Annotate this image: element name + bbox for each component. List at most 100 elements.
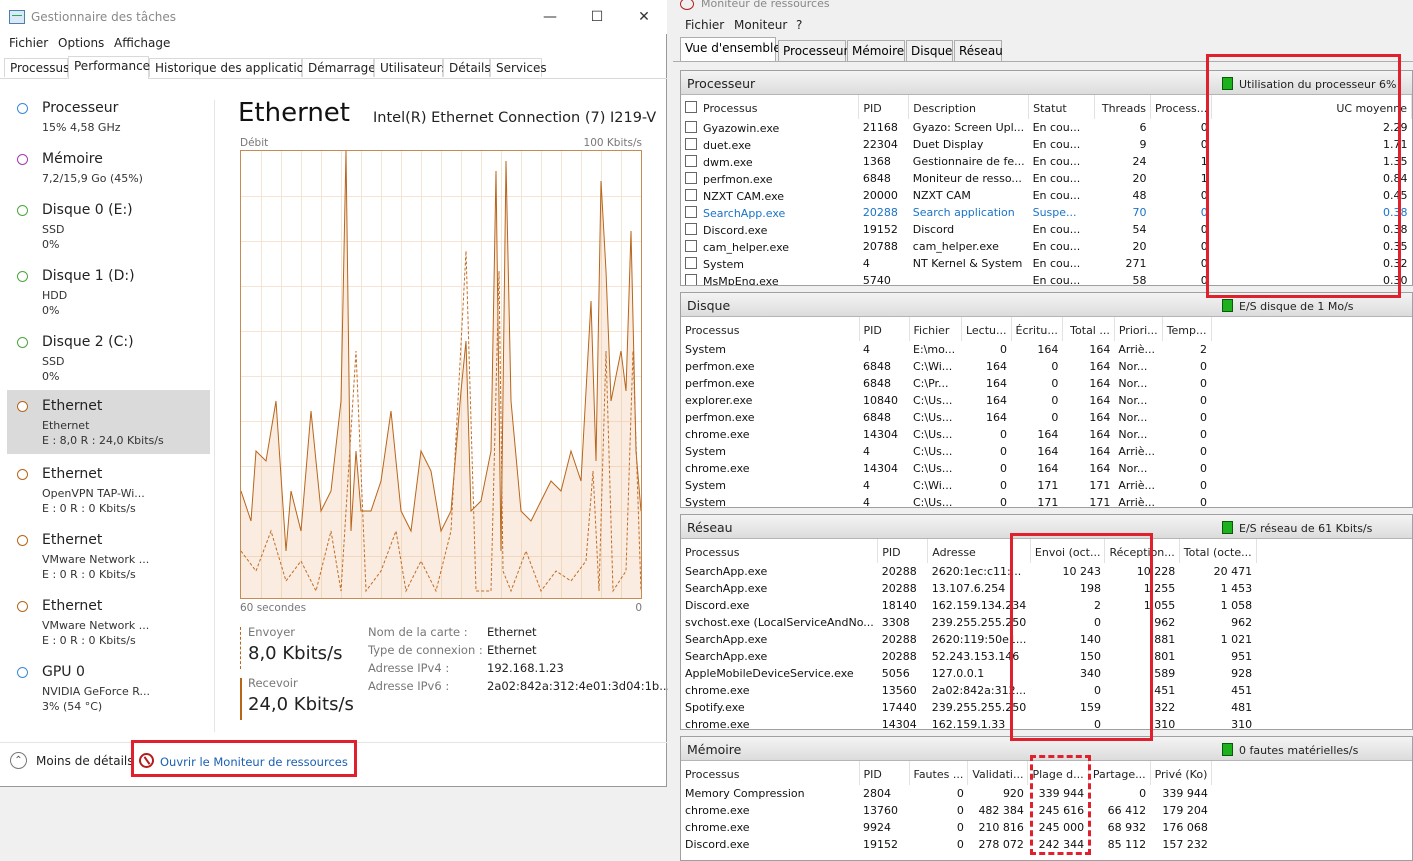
row-checkbox[interactable] [685, 137, 697, 150]
row-checkbox[interactable] [685, 188, 697, 201]
tab-vue-ensemble[interactable]: Vue d'ensemble [680, 37, 781, 62]
column-header[interactable]: Total ... [1062, 317, 1115, 341]
column-header[interactable]: Écritu... [1011, 317, 1063, 341]
column-header[interactable]: Fautes ... [909, 761, 969, 785]
tab-processus[interactable]: Processus [4, 58, 69, 77]
column-header[interactable]: Partage... [1088, 761, 1151, 785]
table-row[interactable]: perfmon.exe 6848 C:\Us... 164 0 164 Nor... 0 [681, 409, 1211, 426]
column-header[interactable]: Réception... [1104, 539, 1180, 563]
menu-options[interactable]: Options [58, 36, 104, 50]
table-row[interactable]: AppleMobileDeviceService.exe 5056 127.0.0.… [681, 665, 1256, 682]
chevron-up-icon[interactable]: ⌃ [10, 752, 27, 769]
row-checkbox[interactable] [685, 171, 697, 184]
menu-fichier[interactable]: Fichier [9, 36, 48, 50]
minimize-icon[interactable]: — [540, 8, 560, 26]
table-row[interactable]: chrome.exe 13560 2a02:842a:312... 0 451 451 [681, 682, 1256, 699]
table-row[interactable]: Discord.exe 18140 162.159.134.234 2 1 055 1 0… [681, 597, 1256, 614]
sidebar-item-gpu[interactable]: GPU 0 NVIDIA GeForce R... 3% (54 °C) [7, 656, 210, 720]
table-row[interactable]: chrome.exe 14304 162.159.1.33 0 310 310 [681, 716, 1256, 729]
column-header[interactable]: PID [859, 761, 910, 785]
table-row[interactable]: NZXT CAM.exe 20000 NZXT CAM En cou... 48 0 0.4… [681, 187, 1412, 204]
disk-section-header[interactable]: Disque E/S disque de 1 Mo/s [681, 293, 1412, 317]
tab-utilisateurs[interactable]: Utilisateurs [374, 58, 448, 77]
table-row[interactable]: Spotify.exe 17440 239.255.255.250 159 322 481 [681, 699, 1256, 716]
column-header[interactable]: Description [908, 95, 1030, 119]
table-row[interactable]: SearchApp.exe 20288 Search application Susp… [681, 204, 1412, 221]
column-header[interactable]: Total (octe... [1179, 539, 1257, 563]
tab-performance[interactable]: Performance [68, 56, 150, 79]
column-header[interactable]: Plage d... [1027, 761, 1089, 785]
table-row[interactable]: chrome.exe 9924 0 210 816 245 000 68 932 176 0… [681, 819, 1212, 836]
column-header[interactable]: Processus [681, 317, 860, 341]
column-header[interactable]: Process... [1150, 95, 1213, 119]
row-checkbox[interactable] [685, 222, 697, 235]
table-row[interactable]: System 4 C:\Us... 0 164 164 Arriè... 0 [681, 443, 1211, 460]
sidebar-item-disque-1[interactable]: Disque 1 (D:) HDD 0% [7, 260, 210, 324]
table-row[interactable]: cam_helper.exe 20788 cam_helper.exe En cou.… [681, 238, 1412, 255]
maximize-icon[interactable]: ☐ [587, 8, 607, 26]
row-checkbox[interactable] [685, 256, 697, 269]
column-header[interactable]: Processus [681, 761, 860, 785]
column-header[interactable]: Temp... [1162, 317, 1212, 341]
row-checkbox[interactable] [685, 273, 697, 285]
column-header[interactable]: Priori... [1114, 317, 1163, 341]
sidebar-item-ethernet-selected[interactable]: Ethernet Ethernet E : 8,0 R : 24,0 Kbits… [7, 390, 210, 454]
sidebar-item-ethernet-openvpn[interactable]: Ethernet OpenVPN TAP-Wi... E : 0 R : 0 K… [7, 458, 210, 522]
table-row[interactable]: MsMpEng.exe 5740 En cou... 58 0 0.30 [681, 272, 1412, 285]
row-checkbox[interactable] [685, 205, 697, 218]
table-row[interactable]: chrome.exe 14304 C:\Us... 0 164 164 Nor... 0 [681, 426, 1211, 443]
table-row[interactable]: chrome.exe 14304 C:\Us... 0 164 164 Nor... 0 [681, 460, 1211, 477]
less-details-button[interactable]: Moins de détails [36, 754, 134, 768]
tab-services[interactable]: Services [490, 58, 547, 77]
network-section-header[interactable]: Réseau E/S réseau de 61 Kbits/s [681, 515, 1412, 539]
open-resource-monitor-link[interactable]: Ouvrir le Moniteur de ressources [160, 755, 348, 769]
table-row[interactable]: duet.exe 22304 Duet Display En cou... 9 0 1.71 [681, 136, 1412, 153]
menu-moniteur[interactable]: Moniteur [734, 18, 787, 32]
menu-affichage[interactable]: Affichage [114, 36, 170, 50]
tab-demarrage[interactable]: Démarrage [302, 58, 376, 77]
table-row[interactable]: System 4 E:\mo... 0 164 164 Arriè... 2 [681, 341, 1211, 358]
table-row[interactable]: perfmon.exe 6848 C:\Wi... 164 0 164 Nor... 0 [681, 358, 1211, 375]
table-row[interactable]: SearchApp.exe 20288 13.107.6.254 198 1 255 1 … [681, 580, 1256, 597]
table-row[interactable]: dwm.exe 1368 Gestionnaire de fe... En cou..… [681, 153, 1412, 170]
table-row[interactable]: Gyazowin.exe 21168 Gyazo: Screen Upl... En … [681, 119, 1412, 136]
column-header[interactable]: Statut [1028, 95, 1096, 119]
tab-reseau[interactable]: Réseau [954, 40, 1003, 61]
tab-historique[interactable]: Historique des applications [149, 58, 318, 77]
table-row[interactable]: SearchApp.exe 20288 52.243.153.146 150 801 95… [681, 648, 1256, 665]
sidebar-item-ethernet-vmware-2[interactable]: Ethernet VMware Network ... E : 0 R : 0 … [7, 590, 210, 654]
table-row[interactable]: System 4 C:\Us... 0 171 171 Arriè... 0 [681, 494, 1211, 507]
column-header[interactable]: UC moyenne [1211, 95, 1412, 119]
table-row[interactable]: System 4 C:\Wi... 0 171 171 Arriè... 0 [681, 477, 1211, 494]
memory-section-header[interactable]: Mémoire 0 fautes matérielles/s [681, 737, 1412, 761]
cpu-section-header[interactable]: Processeur Utilisation du processeur 6% [681, 71, 1412, 95]
column-header[interactable]: Adresse [927, 539, 1031, 563]
table-row[interactable]: explorer.exe 10840 C:\Us... 164 0 164 Nor... 0 [681, 392, 1211, 409]
select-all-checkbox[interactable] [685, 101, 697, 113]
menu-fichier[interactable]: Fichier [685, 18, 724, 32]
table-row[interactable]: perfmon.exe 6848 C:\Pr... 164 0 164 Nor... 0 [681, 375, 1211, 392]
table-row[interactable]: Memory Compression 2804 0 920 339 944 0 339 94… [681, 785, 1212, 802]
column-header[interactable]: Validati... [967, 761, 1029, 785]
table-row[interactable]: Discord.exe 19152 Discord En cou... 54 0 0.38 [681, 221, 1412, 238]
sidebar-item-disque-0[interactable]: Disque 0 (E:) SSD 0% [7, 194, 210, 258]
table-row[interactable]: chrome.exe 13760 0 482 384 245 616 66 412 179 … [681, 802, 1212, 819]
table-row[interactable]: svchost.exe (LocalServiceAndNo... 3308 239… [681, 614, 1256, 631]
column-header[interactable]: Envoi (oct... [1030, 539, 1106, 563]
tab-disque[interactable]: Disque [906, 40, 953, 61]
row-checkbox[interactable] [685, 154, 697, 167]
column-header[interactable]: Processus [681, 539, 879, 563]
table-row[interactable]: Discord.exe 19152 0 278 072 242 344 85 112 157… [681, 836, 1212, 853]
close-icon[interactable]: ✕ [634, 8, 654, 26]
table-row[interactable]: System 4 NT Kernel & System En cou... 271 0 0.… [681, 255, 1412, 272]
table-row[interactable]: perfmon.exe 6848 Moniteur de resso... En co… [681, 170, 1412, 187]
column-header[interactable]: Processus [681, 95, 860, 119]
tab-memoire[interactable]: Mémoire [847, 40, 905, 61]
sidebar-item-disque-2[interactable]: Disque 2 (C:) SSD 0% [7, 326, 210, 390]
table-row[interactable]: SearchApp.exe 20288 2620:1ec:c11:... 10 243… [681, 563, 1256, 580]
column-header[interactable]: PID [859, 317, 910, 341]
row-checkbox[interactable] [685, 120, 697, 133]
column-header[interactable]: Privé (Ko) [1150, 761, 1213, 785]
table-row[interactable]: SearchApp.exe 20288 2620:119:50e1... 140 881… [681, 631, 1256, 648]
column-header[interactable]: Lectu... [961, 317, 1012, 341]
